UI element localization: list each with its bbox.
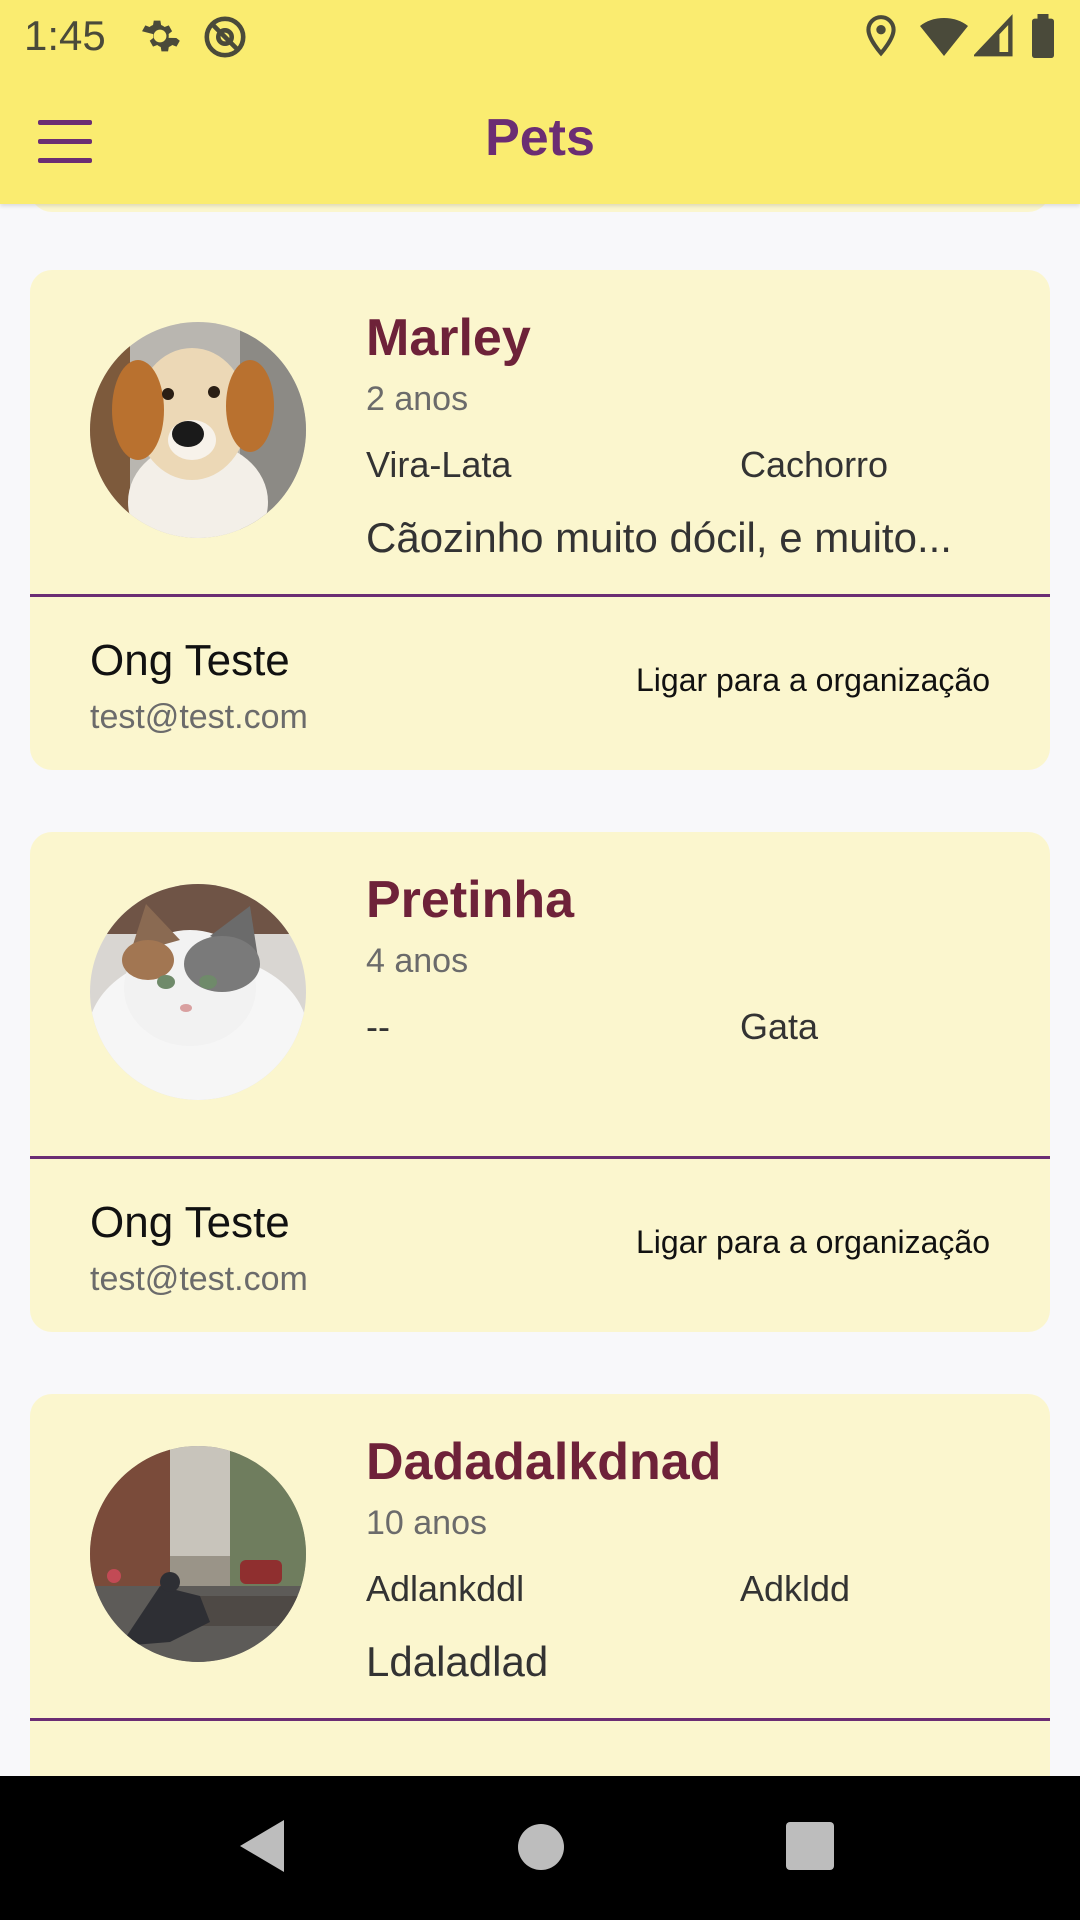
system-nav-bar xyxy=(0,1776,1080,1920)
recents-icon[interactable] xyxy=(786,1822,834,1870)
pet-species: Cachorro xyxy=(740,444,889,485)
pet-breed: Adlankddl xyxy=(366,1568,525,1609)
wifi-icon xyxy=(920,14,968,63)
top-bar: 1:45 Pets xyxy=(0,0,1080,204)
dog-photo xyxy=(90,322,306,538)
at-icon xyxy=(202,14,248,65)
home-icon[interactable] xyxy=(518,1824,564,1870)
card-divider xyxy=(30,1156,1050,1159)
signal-icon xyxy=(972,14,1014,63)
gear-icon xyxy=(138,14,182,63)
org-name: Ong Teste xyxy=(90,1198,290,1247)
pet-description: Cãozinho muito dócil, e muito... xyxy=(366,514,952,561)
pet-age: 4 anos xyxy=(366,942,469,980)
pet-name: Pretinha xyxy=(366,871,575,929)
previous-card-edge xyxy=(30,204,1050,212)
location-icon xyxy=(862,14,900,63)
org-name: Ong Teste xyxy=(90,636,290,685)
page-title: Pets xyxy=(485,109,595,167)
pet-card[interactable]: Marley 2 anos Vira-Lata Cachorro Cãozinh… xyxy=(30,270,1050,770)
pet-name: Dadadalkdnad xyxy=(366,1433,722,1491)
pet-breed: Vira-Lata xyxy=(366,444,512,485)
org-email: test@test.com xyxy=(90,698,308,736)
cat-photo xyxy=(90,884,306,1100)
pet-name: Marley xyxy=(366,309,531,367)
pet-species: Gata xyxy=(740,1006,819,1047)
pet-age: 2 anos xyxy=(366,380,469,418)
card-divider xyxy=(30,1718,1050,1721)
street-statue-photo xyxy=(90,1446,306,1662)
battery-icon xyxy=(1030,14,1056,63)
back-icon[interactable] xyxy=(240,1820,284,1872)
card-divider xyxy=(30,594,1050,597)
pet-age: 10 anos xyxy=(366,1504,487,1542)
status-time: 1:45 xyxy=(24,12,106,59)
call-organization-button[interactable]: Ligar para a organização xyxy=(636,662,990,699)
org-email: test@test.com xyxy=(90,1260,308,1298)
pet-description: Ldaladlad xyxy=(366,1638,549,1685)
pet-card[interactable]: Pretinha 4 anos -- Gata Ong Teste test@t… xyxy=(30,832,1050,1332)
status-bar: 1:45 xyxy=(0,0,1080,72)
pet-list[interactable]: Marley 2 anos Vira-Lata Cachorro Cãozinh… xyxy=(0,204,1080,1776)
pet-card[interactable]: Dadadalkdnad 10 anos Adlankddl Adkldd Ld… xyxy=(30,1394,1050,1776)
call-organization-button[interactable]: Ligar para a organização xyxy=(636,1224,990,1261)
pet-species: Adkldd xyxy=(740,1568,851,1609)
pet-breed: -- xyxy=(366,1006,390,1047)
